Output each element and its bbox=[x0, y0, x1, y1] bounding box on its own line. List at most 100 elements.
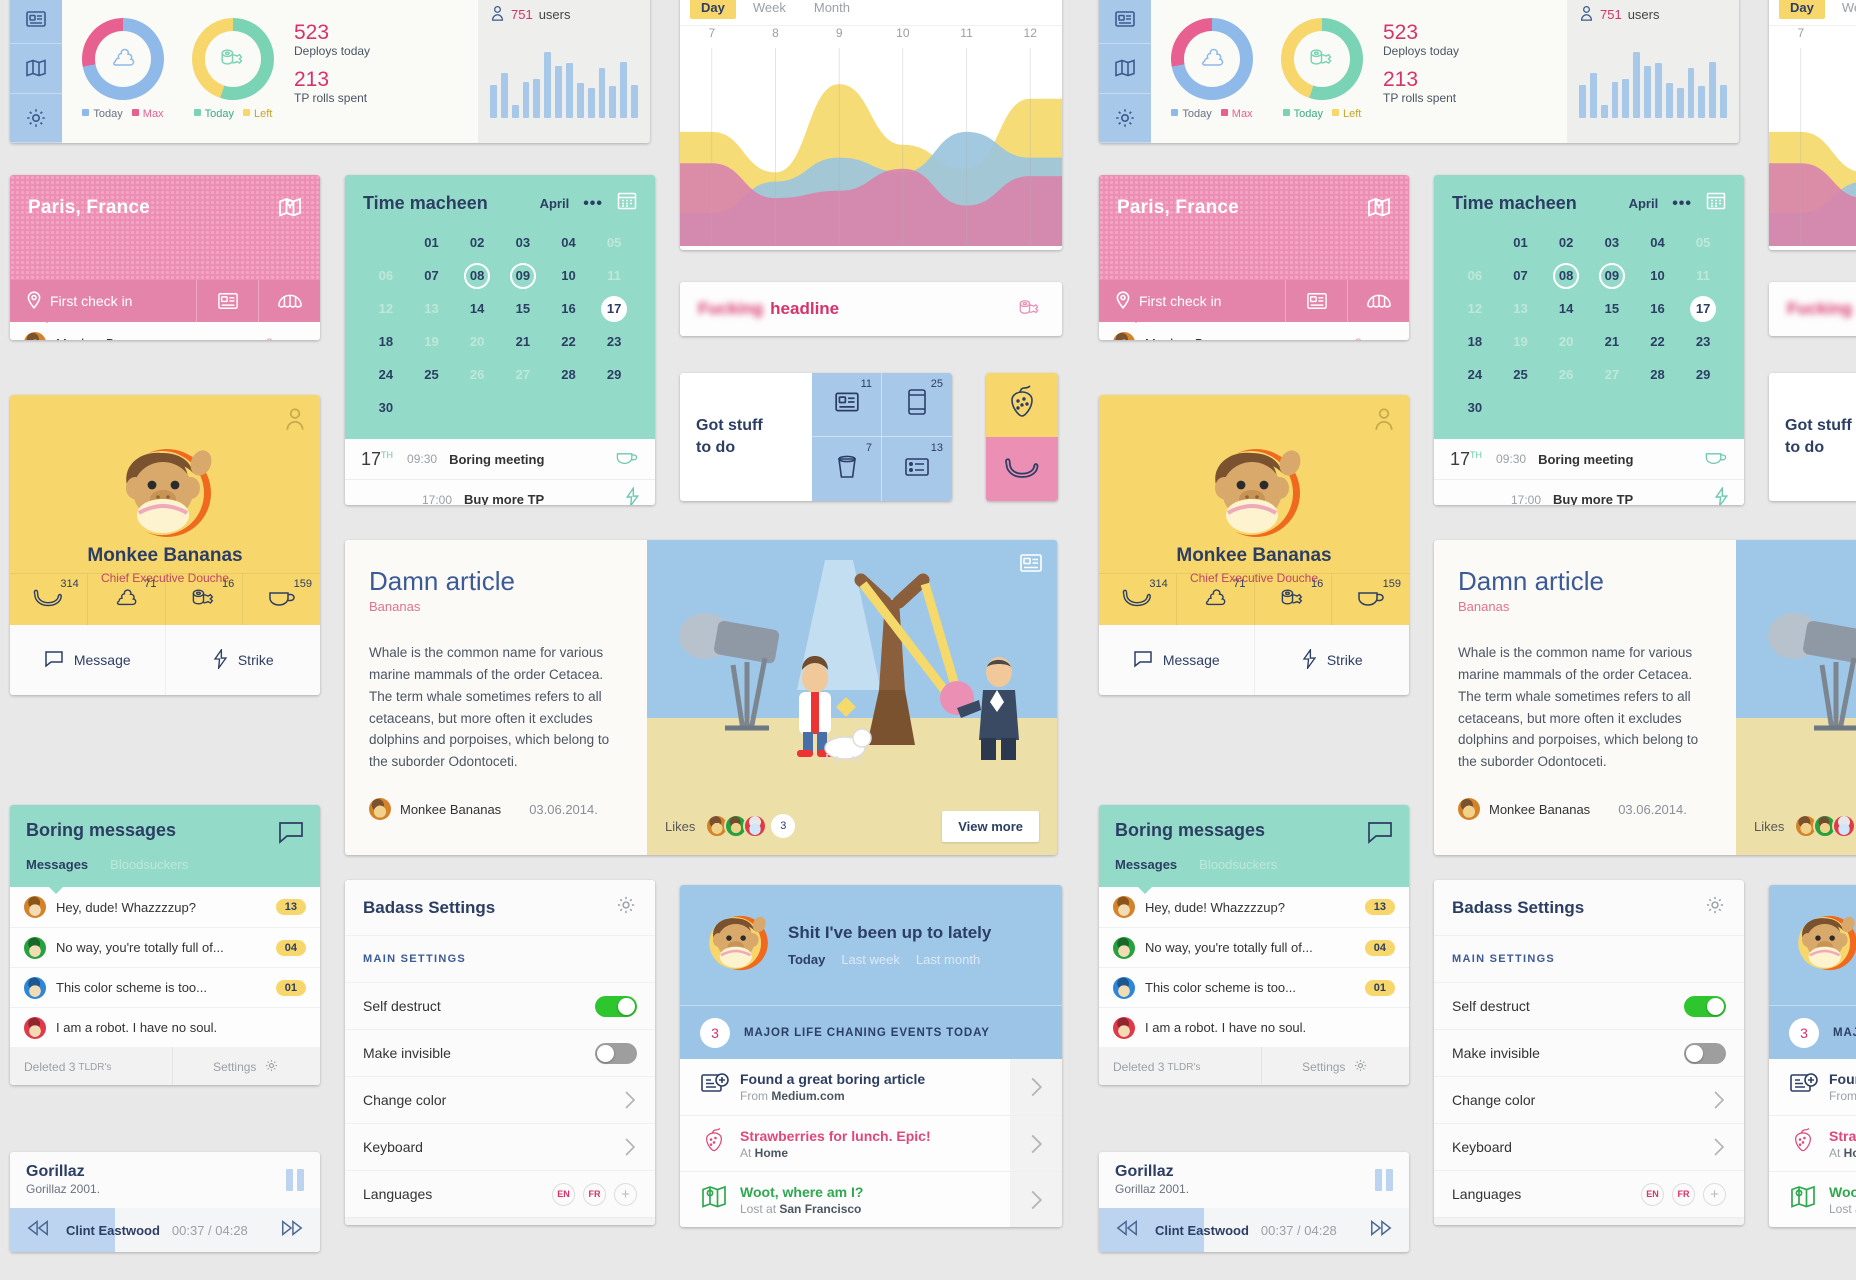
message-row[interactable]: No way, you're totally full of... 04 bbox=[1099, 927, 1409, 967]
message-button[interactable]: Message bbox=[1099, 625, 1254, 695]
calendar-day[interactable]: 03 bbox=[1589, 230, 1635, 256]
news-icon[interactable] bbox=[196, 280, 258, 322]
check-in-button[interactable]: First check in bbox=[1099, 290, 1285, 312]
calendar-day[interactable]: 24 bbox=[1452, 362, 1498, 388]
chart-tab-week[interactable]: Week bbox=[742, 0, 797, 19]
calendar-day[interactable]: 26 bbox=[454, 362, 500, 388]
calendar-event-row[interactable]: 17TH 09:30 Boring meeting bbox=[345, 439, 655, 479]
stat-poop[interactable]: 71 bbox=[86, 573, 165, 625]
calendar-day[interactable]: 04 bbox=[546, 230, 592, 256]
chart-tab-week[interactable]: Week bbox=[1831, 0, 1856, 19]
tab-bloodsuckers[interactable]: Bloodsuckers bbox=[110, 857, 188, 872]
calendar-event-row[interactable]: 17:00 Buy more TP bbox=[1434, 479, 1744, 505]
calendar-day[interactable]: 19 bbox=[409, 329, 455, 355]
more-dots-icon[interactable]: ••• bbox=[1672, 195, 1692, 213]
language-chip-fr[interactable]: FR bbox=[1672, 1182, 1695, 1206]
strike-button[interactable]: Strike bbox=[1253, 625, 1410, 695]
calendar-day[interactable]: 08 bbox=[1553, 263, 1580, 289]
calendar-day[interactable]: 15 bbox=[1589, 296, 1635, 322]
tab-messages[interactable]: Messages bbox=[26, 857, 88, 872]
calendar-day[interactable]: 10 bbox=[1635, 263, 1681, 289]
calendar-day[interactable]: 27 bbox=[500, 362, 546, 388]
calendar-day[interactable]: 10 bbox=[546, 263, 592, 289]
tab-last-week[interactable]: Last week bbox=[841, 952, 900, 967]
settings-row[interactable]: Change color bbox=[1434, 1076, 1744, 1123]
news-icon[interactable] bbox=[1285, 280, 1347, 322]
calendar-day[interactable]: 21 bbox=[1589, 329, 1635, 355]
language-chip-en[interactable]: EN bbox=[1641, 1182, 1664, 1206]
toggle-switch[interactable] bbox=[1684, 1042, 1726, 1064]
pause-icon[interactable] bbox=[286, 1169, 304, 1191]
calendar-day[interactable]: 05 bbox=[591, 230, 637, 256]
messages-settings-button[interactable]: Settings bbox=[171, 1047, 321, 1085]
calendar-day[interactable]: 03 bbox=[500, 230, 546, 256]
tab-today[interactable]: Today bbox=[788, 952, 825, 967]
calendar-day[interactable]: 17 bbox=[601, 296, 628, 322]
calendar-day[interactable]: 28 bbox=[546, 362, 592, 388]
calendar-day[interactable]: 25 bbox=[409, 362, 455, 388]
message-bubble-icon[interactable] bbox=[1367, 821, 1393, 850]
settings-row[interactable]: Self destruct bbox=[1434, 982, 1744, 1029]
chart-tab-day[interactable]: Day bbox=[690, 0, 736, 19]
stat-tp[interactable]: 16 bbox=[164, 573, 243, 625]
calendar-day[interactable]: 19 bbox=[1498, 329, 1544, 355]
calendar-day[interactable]: 11 bbox=[1680, 263, 1726, 289]
calendar-day[interactable]: 17 bbox=[1690, 296, 1717, 322]
gear-icon[interactable] bbox=[615, 894, 637, 921]
map-icon[interactable] bbox=[10, 44, 62, 94]
forward-icon[interactable] bbox=[280, 1219, 304, 1242]
calendar-day[interactable]: 12 bbox=[1452, 296, 1498, 322]
calendar-day[interactable]: 29 bbox=[1680, 362, 1726, 388]
activity-row[interactable]: Woot, where am I?Lost at San Francisco bbox=[680, 1171, 1062, 1227]
message-row[interactable]: No way, you're totally full of... 04 bbox=[10, 927, 320, 967]
calendar-day[interactable]: 14 bbox=[1543, 296, 1589, 322]
stat-coffee[interactable]: 159 bbox=[242, 573, 320, 625]
calendar-day[interactable]: 12 bbox=[363, 296, 409, 322]
calendar-event-row[interactable]: 17:00 Buy more TP bbox=[345, 479, 655, 505]
gear-icon[interactable] bbox=[1099, 94, 1151, 143]
calendar-icon[interactable] bbox=[1706, 191, 1726, 216]
todo-tile-cup[interactable]: 7 bbox=[812, 437, 882, 501]
messages-settings-button[interactable]: Settings bbox=[1260, 1047, 1410, 1085]
calendar-day[interactable]: 25 bbox=[1498, 362, 1544, 388]
message-row[interactable]: This color scheme is too... 01 bbox=[1099, 967, 1409, 1007]
rewind-icon[interactable] bbox=[26, 1219, 50, 1242]
calendar-day[interactable]: 14 bbox=[454, 296, 500, 322]
banana-tile[interactable] bbox=[986, 437, 1058, 501]
chart-tab-day[interactable]: Day bbox=[1779, 0, 1825, 19]
calendar-icon[interactable] bbox=[617, 191, 637, 216]
news-icon[interactable] bbox=[1019, 552, 1043, 579]
calendar-day[interactable]: 09 bbox=[1598, 263, 1625, 289]
view-more-button[interactable]: View more bbox=[942, 810, 1039, 842]
calendar-day[interactable]: 20 bbox=[454, 329, 500, 355]
message-button[interactable]: Message bbox=[10, 625, 165, 695]
calendar-day[interactable]: 11 bbox=[591, 263, 637, 289]
calendar-day[interactable]: 21 bbox=[500, 329, 546, 355]
person-icon[interactable] bbox=[1373, 407, 1395, 436]
calendar-day[interactable]: 01 bbox=[409, 230, 455, 256]
calendar-day[interactable]: 30 bbox=[1452, 395, 1498, 421]
croissant-icon[interactable] bbox=[258, 280, 320, 322]
calendar-day[interactable]: 18 bbox=[363, 329, 409, 355]
tab-messages[interactable]: Messages bbox=[1115, 857, 1177, 872]
map-pin-icon[interactable] bbox=[1365, 193, 1393, 226]
stat-bananas[interactable]: 314 bbox=[10, 573, 87, 625]
calendar-day[interactable]: 09 bbox=[509, 263, 536, 289]
language-chip-en[interactable]: EN bbox=[552, 1182, 575, 1206]
chart-tab-month[interactable]: Month bbox=[803, 0, 861, 19]
map-pin-icon[interactable] bbox=[276, 193, 304, 226]
message-row[interactable]: This color scheme is too... 01 bbox=[10, 967, 320, 1007]
settings-row[interactable]: Self destruct bbox=[345, 982, 655, 1029]
message-row[interactable]: I am a robot. I have no soul. bbox=[1099, 1007, 1409, 1047]
settings-row[interactable]: Make invisible bbox=[1434, 1029, 1744, 1076]
calendar-day[interactable]: 16 bbox=[1635, 296, 1681, 322]
more-dots-icon[interactable]: ••• bbox=[583, 195, 603, 213]
tab-last-month[interactable]: Last month bbox=[916, 952, 980, 967]
settings-row[interactable]: Languages EN FR + bbox=[1434, 1170, 1744, 1217]
check-in-button[interactable]: First check in bbox=[10, 290, 196, 312]
calendar-day[interactable]: 02 bbox=[1543, 230, 1589, 256]
stat-coffee[interactable]: 159 bbox=[1331, 573, 1409, 625]
message-row[interactable]: I am a robot. I have no soul. bbox=[10, 1007, 320, 1047]
calendar-month[interactable]: April bbox=[540, 196, 570, 211]
news-icon[interactable] bbox=[1099, 0, 1151, 45]
